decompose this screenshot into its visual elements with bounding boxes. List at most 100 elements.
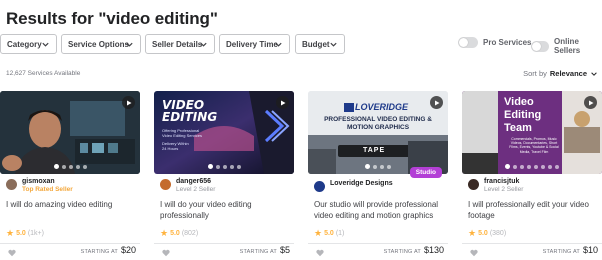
- seller-name[interactable]: francisjtuk: [484, 178, 523, 186]
- filter-label: Category: [7, 39, 42, 49]
- rating: ★ 5.0 (802): [160, 228, 198, 239]
- gig-title[interactable]: I will professionally edit your video fo…: [468, 199, 600, 221]
- gig-card[interactable]: Video Editing Team Commercials, Promos, …: [462, 91, 602, 260]
- carousel-dot[interactable]: [215, 164, 220, 169]
- service-options-filter[interactable]: Service Options: [61, 34, 141, 54]
- gig-card[interactable]: LOVERIDGE PROFESSIONAL VIDEO EDITING & M…: [308, 91, 448, 260]
- thumbnail-headline: PROFESSIONAL VIDEO EDITING & MOTION GRAP…: [324, 116, 432, 131]
- gig-title[interactable]: I will do your video editing professiona…: [160, 199, 292, 221]
- sort-label: Sort by: [523, 69, 547, 78]
- seller-info: francisjtuk Level 2 Seller: [468, 178, 523, 194]
- carousel-dot[interactable]: [527, 164, 531, 169]
- rating: ★ 5.0 (380): [468, 228, 506, 239]
- carousel-dot[interactable]: [207, 164, 213, 169]
- avatar[interactable]: [6, 179, 17, 190]
- gig-thumbnail[interactable]: LOVERIDGE PROFESSIONAL VIDEO EDITING & M…: [308, 91, 448, 174]
- filter-label: Service Options: [68, 39, 129, 49]
- chevron-down-icon: [329, 40, 338, 49]
- online-sellers-toggle[interactable]: Online Sellers: [531, 37, 602, 55]
- rating-value: 5.0: [16, 230, 26, 237]
- play-video-icon[interactable]: [122, 96, 135, 109]
- gig-thumbnail[interactable]: VIDEO EDITING Offering Professional Vide…: [154, 91, 294, 174]
- seller-name[interactable]: danger656: [176, 178, 215, 186]
- carousel-dot[interactable]: [82, 164, 87, 169]
- avatar[interactable]: [468, 179, 479, 190]
- divider: [462, 243, 602, 244]
- carousel-dot[interactable]: [229, 164, 234, 169]
- gig-thumbnail[interactable]: [0, 91, 140, 174]
- thumbnail-subtext: TAPE: [363, 147, 386, 154]
- review-count: (1): [335, 230, 345, 237]
- star-icon: ★: [160, 228, 169, 238]
- star-icon: ★: [468, 228, 477, 238]
- chevron-down-icon: [591, 71, 597, 76]
- play-video-icon[interactable]: [430, 96, 443, 109]
- page-title: Results for "video editing": [6, 9, 218, 28]
- seller-name[interactable]: Loveridge Designs: [330, 180, 393, 188]
- carousel-dot[interactable]: [380, 164, 384, 169]
- carousel-dot[interactable]: [365, 164, 370, 169]
- seller-info: Loveridge Designs: [314, 180, 393, 192]
- starting-at-label: STARTING AT: [239, 249, 277, 255]
- toggle-switch[interactable]: [531, 40, 549, 52]
- divider: [154, 243, 294, 244]
- avatar[interactable]: [314, 181, 325, 192]
- price[interactable]: STARTING AT $20: [81, 245, 136, 255]
- carousel-dot[interactable]: [555, 164, 559, 169]
- carousel-dot[interactable]: [513, 164, 517, 169]
- review-count: (380): [489, 230, 507, 237]
- brand-logo: LOVERIDGE: [355, 102, 409, 112]
- seller-level: Level 2 Seller: [484, 186, 524, 193]
- play-video-icon[interactable]: [584, 96, 597, 109]
- seller-info: danger656 Level 2 Seller: [160, 178, 215, 194]
- avatar[interactable]: [160, 179, 171, 190]
- rating: ★ 5.0 (1): [314, 228, 344, 239]
- seller-details-filter[interactable]: Seller Details: [145, 34, 215, 54]
- budget-filter[interactable]: Budget: [295, 34, 345, 54]
- carousel-dot[interactable]: [541, 164, 545, 169]
- gig-card[interactable]: gismoxan Top Rated Seller I will do amaz…: [0, 91, 140, 260]
- seller-level: Level 2 Seller: [176, 186, 216, 193]
- price-value: $10: [582, 245, 598, 255]
- category-filter[interactable]: Category: [0, 34, 57, 54]
- carousel-dot[interactable]: [222, 164, 227, 169]
- heart-icon[interactable]: [8, 249, 16, 257]
- delivery-time-filter[interactable]: Delivery Time: [219, 34, 290, 54]
- carousel-dot[interactable]: [534, 164, 538, 169]
- heart-icon[interactable]: [162, 249, 170, 257]
- carousel-dot[interactable]: [53, 164, 59, 169]
- price[interactable]: STARTING AT $10: [543, 245, 598, 255]
- divider: [0, 243, 140, 244]
- carousel-dot[interactable]: [61, 164, 66, 169]
- star-icon: ★: [6, 228, 15, 238]
- thumbnail-subtext: Offering Professional Video Editing Serv…: [162, 128, 202, 138]
- chevron-down-icon: [41, 40, 50, 49]
- carousel-dot[interactable]: [520, 164, 524, 169]
- heart-icon[interactable]: [316, 249, 324, 257]
- carousel-dot[interactable]: [236, 164, 241, 169]
- price[interactable]: STARTING AT $5: [240, 245, 290, 255]
- carousel-dot[interactable]: [548, 164, 552, 169]
- heart-icon[interactable]: [470, 249, 478, 257]
- carousel-dot[interactable]: [373, 164, 377, 169]
- sort-dropdown[interactable]: Sort by Relevance: [523, 69, 598, 78]
- star-icon: ★: [314, 228, 323, 238]
- carousel-dot[interactable]: [68, 164, 73, 169]
- price[interactable]: STARTING AT $130: [384, 245, 444, 255]
- carousel-dot[interactable]: [505, 164, 510, 169]
- gig-card[interactable]: VIDEO EDITING Offering Professional Vide…: [154, 91, 294, 260]
- starting-at-label: STARTING AT: [80, 249, 118, 255]
- play-video-icon[interactable]: [276, 96, 289, 109]
- seller-name[interactable]: gismoxan: [22, 178, 73, 186]
- gig-title[interactable]: I will do amazing video editing: [6, 199, 138, 210]
- carousel-dot[interactable]: [75, 164, 80, 169]
- review-count: (1k+): [27, 230, 44, 237]
- pro-services-toggle[interactable]: Pro Services: [458, 37, 531, 48]
- starting-at-label: STARTING AT: [383, 249, 421, 255]
- carousel-dot[interactable]: [387, 164, 391, 169]
- rating-value: 5.0: [170, 230, 180, 237]
- gig-thumbnail[interactable]: Video Editing Team Commercials, Promos, …: [462, 91, 602, 174]
- gig-title[interactable]: Our studio will provide professional vid…: [314, 199, 446, 221]
- filter-label: Delivery Time: [226, 39, 278, 49]
- toggle-switch[interactable]: [458, 37, 478, 48]
